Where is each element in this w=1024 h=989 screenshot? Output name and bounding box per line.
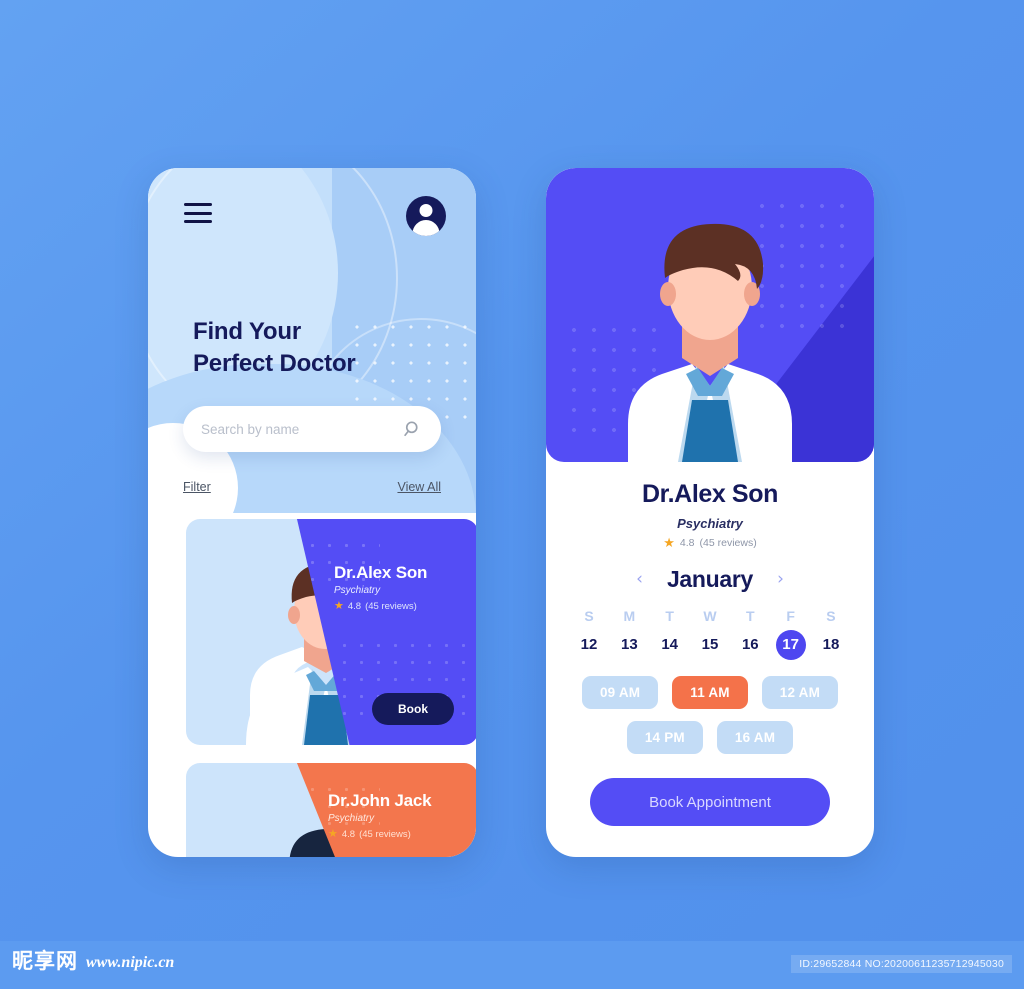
doctor-specialty: Psychiatry [328, 813, 375, 824]
doctor-rating: ★ 4.8 (45 reviews) [334, 600, 427, 613]
rating-value: 4.8 [679, 536, 695, 549]
rating-reviews: (45 reviews) [359, 829, 411, 840]
doctor-specialty: Psychiatry [334, 585, 381, 596]
watermark-site-url: www.nipic.cn [86, 954, 175, 972]
page-title-line-1: Find Your [193, 318, 301, 345]
chevron-right-icon[interactable]: › [777, 571, 784, 588]
hamburger-menu-icon[interactable] [184, 203, 212, 223]
calendar-date[interactable]: 16 [733, 630, 767, 660]
calendar-day-name: T [665, 608, 674, 624]
time-slot[interactable]: 14 PM [626, 721, 703, 754]
calendar-date[interactable]: 15 [693, 630, 727, 660]
chevron-left-icon[interactable]: ‹ [636, 571, 643, 588]
view-all-link[interactable]: View All [397, 480, 441, 494]
calendar-dates: 12 13 14 15 16 17 18 [572, 630, 848, 660]
calendar-date[interactable]: 12 [572, 630, 606, 660]
avatar-body [412, 220, 440, 236]
hamburger-bar-1 [184, 203, 212, 206]
calendar-date[interactable]: 18 [814, 630, 848, 660]
doctor-name: Dr.Alex Son [334, 563, 428, 582]
filter-link[interactable]: Filter [183, 480, 211, 494]
avatar-head [419, 204, 433, 217]
rating-value: 4.8 [341, 829, 356, 840]
hamburger-bar-2 [184, 211, 212, 215]
watermark-footer: 昵享网 www.nipic.cn ID:29652844 NO:20200611… [0, 941, 1024, 989]
rating-value: 4.8 [347, 601, 362, 612]
doctor-card[interactable]: Dr.John Jack Psychiatry ★ 4.8 (45 review… [186, 763, 476, 857]
doctor-specialty: Psychiatry [677, 516, 743, 531]
star-icon: ★ [328, 828, 338, 840]
page-title: Find Your Perfect Doctor [193, 316, 356, 380]
star-icon: ★ [663, 535, 675, 550]
time-slot-row: 09 AM 11 AM 12 AM [572, 676, 848, 709]
book-appointment-button[interactable]: Book Appointment [590, 778, 830, 826]
calendar-date[interactable]: 14 [653, 630, 687, 660]
calendar-month-nav: ‹ January › [546, 566, 874, 593]
filter-viewall-row: Filter View All [183, 480, 441, 494]
calendar-date[interactable]: 13 [612, 630, 646, 660]
star-icon: ★ [334, 600, 344, 612]
page-title-line-2: Perfect Doctor [193, 349, 356, 377]
search-placeholder: Search by name [201, 421, 300, 437]
time-slot[interactable]: 12 AM [761, 676, 839, 709]
calendar-day-name: T [746, 608, 755, 624]
user-avatar-icon[interactable] [406, 196, 446, 236]
page-background: Find Your Perfect Doctor Search by name … [0, 0, 1024, 941]
phone-screen-doctor-detail: Dr.Alex Son Psychiatry ★ 4.8 (45 reviews… [546, 168, 874, 857]
watermark-site-name: 昵享网 [12, 949, 78, 973]
time-slot-selected[interactable]: 11 AM [672, 676, 748, 709]
doctor-name: Dr.Alex Son [642, 480, 778, 508]
calendar-month-label: January [666, 566, 754, 592]
rating-reviews: (45 reviews) [365, 601, 417, 612]
doctor-card-info: Dr.John Jack Psychiatry ★ 4.8 (45 review… [328, 791, 432, 841]
doctor-rating: ★ 4.8 (45 reviews) [328, 828, 431, 841]
doctor-portrait-illustration [628, 223, 792, 462]
calendar-week-strip: S M T W T F S 12 13 14 15 16 17 18 [572, 608, 848, 660]
watermark-logo: 昵享网 www.nipic.cn [12, 951, 174, 972]
doctor-card-info: Dr.Alex Son Psychiatry ★ 4.8 (45 reviews… [334, 563, 427, 612]
search-input[interactable]: Search by name [183, 406, 441, 452]
calendar-day-name: F [786, 608, 795, 624]
calendar-day-name: S [584, 608, 594, 624]
time-slot-row: 14 PM 16 AM [572, 721, 848, 754]
time-slot[interactable]: 09 AM [581, 676, 659, 709]
detail-hero-banner [546, 168, 874, 462]
phone-screen-doctor-list: Find Your Perfect Doctor Search by name … [148, 168, 476, 857]
time-slot-group: 09 AM 11 AM 12 AM 14 PM 16 AM [572, 676, 848, 766]
time-slot[interactable]: 16 AM [716, 721, 794, 754]
book-button[interactable]: Book [372, 693, 454, 725]
calendar-day-name: M [623, 608, 636, 624]
watermark-id-badge: ID:29652844 NO:20200611235712945030 [791, 955, 1012, 973]
calendar-day-name: W [703, 608, 717, 624]
calendar-day-name: S [826, 608, 836, 624]
calendar-date-selected[interactable]: 17 [775, 630, 806, 660]
hamburger-bar-3 [184, 220, 212, 223]
doctor-rating: ★ 4.8 (45 reviews) [546, 536, 874, 549]
search-icon[interactable] [403, 419, 423, 439]
doctor-name: Dr.John Jack [328, 791, 432, 810]
doctor-card[interactable]: Dr.Alex Son Psychiatry ★ 4.8 (45 reviews… [186, 519, 476, 745]
rating-reviews: (45 reviews) [699, 536, 757, 549]
calendar-day-names: S M T W T F S [572, 608, 848, 624]
